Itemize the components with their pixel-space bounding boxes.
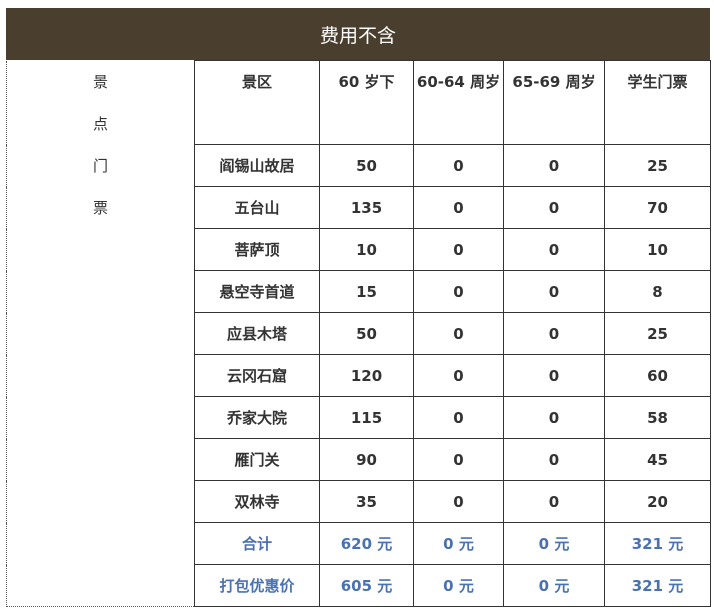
spot-name: 悬空寺首道	[194, 270, 320, 313]
price-student: 8	[604, 270, 711, 313]
price-65-69: 0	[503, 480, 605, 523]
spot-name: 菩萨顶	[194, 228, 320, 271]
ticket-price-table: 景 点 门 票 景区 60 岁下 60-64 周岁 65-69 周岁 学生门票 …	[6, 60, 711, 607]
price-under-60: 120	[319, 354, 414, 397]
total-under-60: 620 元	[319, 522, 414, 565]
price-student: 45	[604, 438, 711, 481]
price-under-60: 115	[319, 396, 414, 439]
category-char: 点	[92, 114, 108, 133]
price-60-64: 0	[413, 144, 504, 187]
price-60-64: 0	[413, 396, 504, 439]
price-60-64: 0	[413, 480, 504, 523]
spot-name: 双林寺	[194, 480, 320, 523]
price-60-64: 0	[413, 270, 504, 313]
total-60-64: 0 元	[413, 522, 504, 565]
price-60-64: 0	[413, 186, 504, 229]
price-student: 25	[604, 144, 711, 187]
section-title: 费用不含	[6, 8, 710, 60]
spot-name: 应县木塔	[194, 312, 320, 355]
price-60-64: 0	[413, 312, 504, 355]
price-65-69: 0	[503, 312, 605, 355]
price-under-60: 10	[319, 228, 414, 271]
header-60-64: 60-64 周岁	[413, 60, 504, 145]
price-65-69: 0	[503, 144, 605, 187]
total-65-69: 0 元	[503, 522, 605, 565]
price-student: 10	[604, 228, 711, 271]
package-65-69: 0 元	[503, 564, 605, 607]
price-student: 70	[604, 186, 711, 229]
package-student: 321 元	[604, 564, 711, 607]
total-student: 321 元	[604, 522, 711, 565]
price-under-60: 50	[319, 144, 414, 187]
price-60-64: 0	[413, 354, 504, 397]
price-60-64: 0	[413, 228, 504, 271]
price-under-60: 90	[319, 438, 414, 481]
spot-name: 雁门关	[194, 438, 320, 481]
category-char: 票	[92, 198, 108, 217]
price-65-69: 0	[503, 270, 605, 313]
price-65-69: 0	[503, 354, 605, 397]
table-header-row: 景 点 门 票 景区 60 岁下 60-64 周岁 65-69 周岁 学生门票	[6, 60, 711, 607]
fee-exclusion-panel: 费用不含 景 点 门 票 景区 60 岁下 60-64 周岁 65-69 周岁	[6, 8, 711, 607]
price-65-69: 0	[503, 396, 605, 439]
price-student: 58	[604, 396, 711, 439]
price-student: 25	[604, 312, 711, 355]
header-student: 学生门票	[604, 60, 711, 145]
package-under-60: 605 元	[319, 564, 414, 607]
spot-name: 云冈石窟	[194, 354, 320, 397]
package-60-64: 0 元	[413, 564, 504, 607]
price-under-60: 135	[319, 186, 414, 229]
total-label: 合计	[194, 522, 320, 565]
spot-name: 乔家大院	[194, 396, 320, 439]
price-student: 20	[604, 480, 711, 523]
header-scenic-spot: 景区	[194, 60, 320, 145]
category-char: 门	[92, 156, 108, 175]
header-under-60: 60 岁下	[319, 60, 414, 145]
price-under-60: 50	[319, 312, 414, 355]
price-under-60: 35	[319, 480, 414, 523]
price-under-60: 15	[319, 270, 414, 313]
header-65-69: 65-69 周岁	[503, 60, 605, 145]
package-label: 打包优惠价	[194, 564, 320, 607]
price-65-69: 0	[503, 186, 605, 229]
spot-name: 阎锡山故居	[194, 144, 320, 187]
price-65-69: 0	[503, 438, 605, 481]
price-65-69: 0	[503, 228, 605, 271]
price-student: 60	[604, 354, 711, 397]
spot-name: 五台山	[194, 186, 320, 229]
category-cell: 景 点 门 票	[6, 60, 195, 607]
category-char: 景	[92, 72, 108, 91]
price-60-64: 0	[413, 438, 504, 481]
